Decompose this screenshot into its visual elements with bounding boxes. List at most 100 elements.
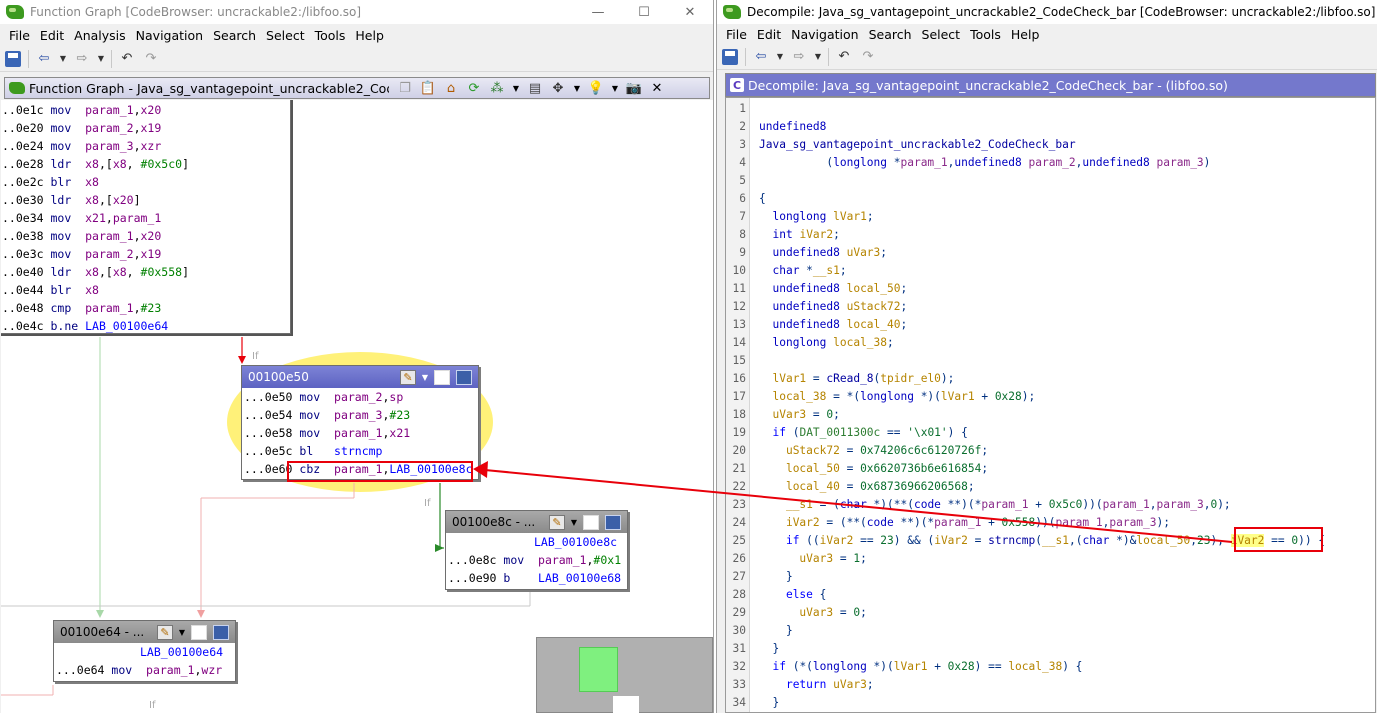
- code-token[interactable]: param_3: [1157, 498, 1204, 511]
- instruction-line[interactable]: ...0e50 mov param_2,sp: [242, 388, 478, 406]
- instruction-line[interactable]: ...0e8c mov param_1,#0x1: [446, 551, 627, 569]
- code-token[interactable]: [1150, 156, 1157, 169]
- code-token[interactable]: uVar3: [833, 678, 867, 691]
- code-token[interactable]: uVar3: [772, 408, 806, 421]
- code-token[interactable]: **)(*: [941, 498, 982, 511]
- snapshot-icon[interactable]: 📷: [626, 80, 642, 96]
- instruction-line[interactable]: ...0e58 mov param_1,x21: [242, 424, 478, 442]
- code-token[interactable]: local_38: [833, 336, 887, 349]
- code-line[interactable]: 4 (longlong *param_1,undefined8 param_2,…: [726, 154, 1210, 172]
- basic-block-00100e64[interactable]: 00100e64 - ... ✎ ▼ LAB_00100e64 ...0e64 …: [53, 620, 236, 682]
- code-token[interactable]: lVar1: [772, 372, 806, 385]
- redo-icon[interactable]: ↷: [142, 50, 160, 68]
- code-token[interactable]: ))(: [1035, 516, 1055, 529]
- code-token[interactable]: = *(: [826, 390, 860, 403]
- code-token[interactable]: tpidr_el0: [880, 372, 941, 385]
- fullscreen-icon[interactable]: [456, 369, 472, 385]
- menu-navigation[interactable]: Navigation: [131, 28, 208, 43]
- undo-icon[interactable]: ↶: [835, 48, 853, 66]
- code-line[interactable]: 6{: [726, 190, 766, 208]
- instruction-line[interactable]: ..0e3c mov param_2,x19: [1, 245, 290, 263]
- code-line[interactable]: 17 local_38 = *(longlong *)(lVar1 + 0x28…: [726, 388, 1036, 406]
- code-token[interactable]: =: [806, 408, 826, 421]
- code-token[interactable]: =: [806, 372, 826, 385]
- basic-block-00100e8c[interactable]: 00100e8c - ... ✎ ▼ LAB_00100e8c ...0e8c …: [445, 510, 628, 590]
- code-token[interactable]: Java_sg_vantagepoint_uncrackable2_CodeCh…: [759, 138, 1076, 151]
- code-line[interactable]: 12 undefined8 uStack72;: [726, 298, 908, 316]
- code-token[interactable]: *: [887, 156, 901, 169]
- code-line[interactable]: 30 }: [726, 622, 793, 640]
- code-line[interactable]: 26 uVar3 = 1;: [726, 550, 867, 568]
- forward-arrow-icon[interactable]: ⇨: [73, 50, 91, 68]
- back-arrow-icon[interactable]: ⇦: [35, 50, 53, 68]
- code-token[interactable]: {: [759, 192, 766, 205]
- code-token[interactable]: return: [786, 678, 826, 691]
- satellite-viewport[interactable]: [579, 647, 618, 692]
- forward-dropdown-icon[interactable]: ▼: [97, 50, 105, 68]
- code-token[interactable]: else: [786, 588, 813, 601]
- code-line[interactable]: 11 undefined8 local_50;: [726, 280, 908, 298]
- satellite-view[interactable]: [536, 637, 713, 713]
- code-token[interactable]: ,: [1190, 534, 1197, 547]
- instruction-line[interactable]: ..0e28 ldr x8,[x8, #0x5c0]: [1, 155, 290, 173]
- block-header[interactable]: 00100e50 ✎ ▼: [242, 366, 478, 388]
- code-token[interactable]: ==: [853, 534, 880, 547]
- code-token[interactable]: ;: [900, 300, 907, 313]
- code-token[interactable]: =: [968, 534, 988, 547]
- code-line[interactable]: 14 longlong local_38;: [726, 334, 894, 352]
- code-token[interactable]: uVar3: [847, 246, 881, 259]
- instruction-line[interactable]: ..0e34 mov x21,param_1: [1, 209, 290, 227]
- menu-help[interactable]: Help: [1006, 27, 1045, 42]
- restore-window-icon[interactable]: [434, 369, 450, 385]
- code-line[interactable]: 22 local_40 = 0x68736966206568;: [726, 478, 975, 496]
- code-line[interactable]: 5: [726, 172, 748, 190]
- instruction-line[interactable]: ...0e54 mov param_3,#23: [242, 406, 478, 424]
- code-token[interactable]: (: [1035, 534, 1042, 547]
- popups-icon[interactable]: 💡: [588, 80, 604, 96]
- code-token[interactable]: ;: [981, 444, 988, 457]
- code-token[interactable]: {: [813, 588, 827, 601]
- code-token[interactable]: ))(: [1082, 498, 1102, 511]
- code-token[interactable]: [840, 300, 847, 313]
- code-token[interactable]: }: [786, 624, 793, 637]
- menu-tools[interactable]: Tools: [310, 28, 351, 43]
- code-token[interactable]: ,: [1150, 498, 1157, 511]
- instruction-line[interactable]: ..0e20 mov param_2,x19: [1, 119, 290, 137]
- code-token[interactable]: param_1: [1103, 498, 1150, 511]
- code-token[interactable]: undefined8: [954, 156, 1021, 169]
- code-token[interactable]: if: [786, 534, 799, 547]
- code-token[interactable]: +: [1029, 498, 1049, 511]
- code-token[interactable]: *: [799, 264, 813, 277]
- code-line[interactable]: 9 undefined8 uVar3;: [726, 244, 887, 262]
- code-line[interactable]: 23 __s1 = (char *)(**(code **)(*param_1 …: [726, 496, 1231, 514]
- code-token[interactable]: ;: [981, 462, 988, 475]
- code-token[interactable]: =: [840, 462, 860, 475]
- code-token[interactable]: local_50: [1136, 534, 1190, 547]
- code-token[interactable]: ) {: [1062, 660, 1082, 673]
- code-line[interactable]: 19 if (DAT_0011300c == '\x01') {: [726, 424, 968, 442]
- code-token[interactable]: ((: [799, 534, 819, 547]
- code-token[interactable]: lVar1: [833, 210, 867, 223]
- graph-canvas[interactable]: If If If ..0e1c mov param_1,x20 ..0e20 mo…: [1, 100, 713, 713]
- code-line[interactable]: 7 longlong lVar1;: [726, 208, 873, 226]
- instruction-line[interactable]: ...0e5c bl strncmp: [242, 442, 478, 460]
- code-line[interactable]: 21 local_50 = 0x6620736b6e616854;: [726, 460, 989, 478]
- code-token[interactable]: local_38: [772, 390, 826, 403]
- code-token[interactable]: 0x74206c6c6120726f: [860, 444, 981, 457]
- code-token[interactable]: strncmp: [988, 534, 1035, 547]
- code-token[interactable]: longlong: [860, 390, 914, 403]
- minimize-button[interactable]: —: [575, 0, 621, 24]
- code-token[interactable]: +: [981, 516, 1001, 529]
- maximize-button[interactable]: ☐: [621, 0, 667, 24]
- code-line[interactable]: 20 uStack72 = 0x74206c6c6120726f;: [726, 442, 989, 460]
- menu-navigation[interactable]: Navigation: [786, 27, 863, 42]
- code-token[interactable]: param_1: [1055, 516, 1102, 529]
- code-line[interactable]: 24 iVar2 = (**(code **)(*param_1 + 0x558…: [726, 514, 1170, 532]
- instruction-line[interactable]: ..0e48 cmp param_1,#23: [1, 299, 290, 317]
- edit-dropdown-icon[interactable]: ▼: [422, 370, 428, 385]
- menu-tools[interactable]: Tools: [965, 27, 1006, 42]
- code-token[interactable]: }: [772, 696, 779, 709]
- code-token[interactable]: if: [772, 426, 785, 439]
- code-line[interactable]: 29 uVar3 = 0;: [726, 604, 867, 622]
- layout-icon[interactable]: ⁂: [489, 80, 505, 96]
